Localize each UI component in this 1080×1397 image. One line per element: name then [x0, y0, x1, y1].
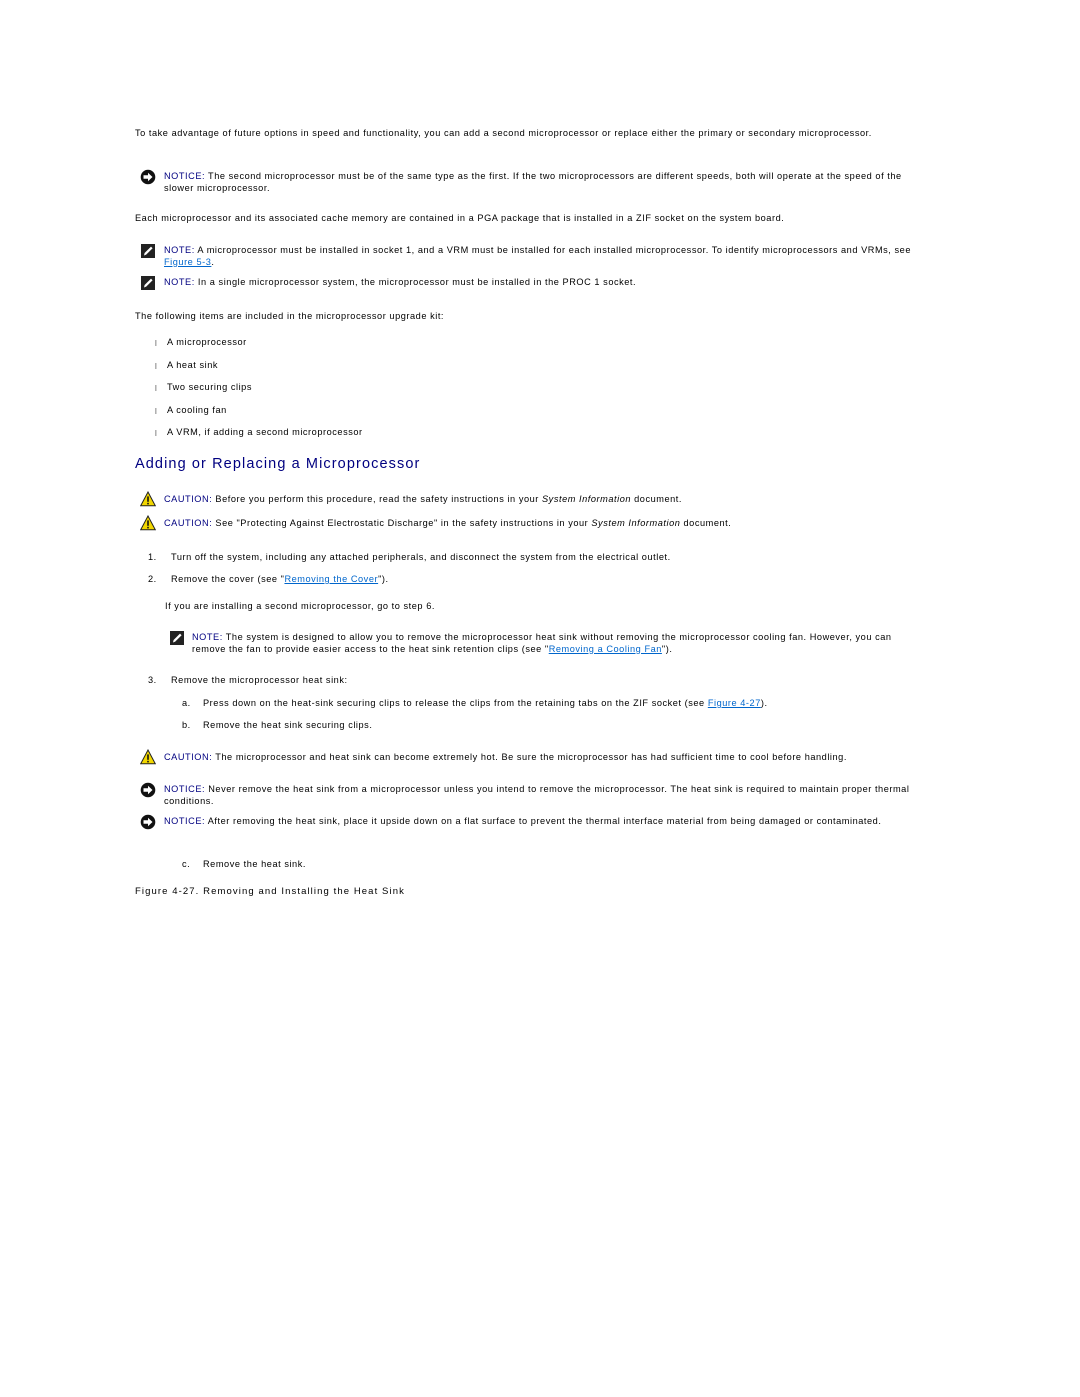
note-label: NOTE: — [192, 632, 223, 642]
note-block: NOTE: A microprocessor must be installed… — [164, 245, 929, 268]
note-text: In a single microprocessor system, the m… — [194, 277, 637, 287]
document-title: System Information — [542, 494, 632, 504]
removing-the-cover-link[interactable]: Removing the Cover — [284, 574, 378, 584]
step-item: Remove the cover (see "Removing the Cove… — [171, 574, 931, 586]
step-number: 3. — [148, 675, 157, 685]
intro-paragraph: To take advantage of future options in s… — [135, 128, 935, 140]
note-text: A microprocessor must be installed in so… — [194, 245, 911, 255]
list-item: A microprocessor — [167, 337, 247, 347]
notice-label: NOTICE: — [164, 784, 206, 794]
substep-letter: c. — [182, 859, 191, 869]
caution-text: The microprocessor and heat sink can bec… — [212, 752, 847, 762]
substep-item: Press down on the heat-sink securing cli… — [203, 698, 933, 710]
body-paragraph: Each microprocessor and its associated c… — [135, 213, 935, 225]
notice-label: NOTICE: — [164, 171, 206, 181]
note-pencil-icon — [141, 244, 155, 258]
note-block: NOTE: In a single microprocessor system,… — [164, 277, 929, 289]
step-text: Remove the microprocessor heat sink: — [171, 675, 348, 685]
step-followup: If you are installing a second microproc… — [165, 601, 435, 611]
caution-block: CAUTION: Before you perform this procedu… — [164, 494, 929, 506]
kit-intro-text: The following items are included in the … — [135, 311, 445, 321]
substep-letter: a. — [182, 698, 191, 708]
paragraph-text: Each microprocessor and its associated c… — [135, 213, 785, 223]
figure-4-27-link[interactable]: Figure 4-27 — [708, 698, 761, 708]
notice-block: NOTICE: Never remove the heat sink from … — [164, 784, 929, 807]
caution-text-end: document. — [631, 494, 682, 504]
substep-letter: b. — [182, 720, 191, 730]
bullet-glyph: l — [155, 384, 158, 393]
caution-text: Before you perform this procedure, read … — [212, 494, 542, 504]
substep-text: Press down on the heat-sink securing cli… — [203, 698, 708, 708]
step-text: Remove the cover (see " — [171, 574, 285, 584]
notice-text: Never remove the heat sink from a microp… — [164, 784, 910, 806]
notice-text: After removing the heat sink, place it u… — [205, 816, 882, 826]
caution-triangle-icon — [140, 491, 156, 507]
bullet-glyph: l — [155, 429, 158, 438]
list-item: A VRM, if adding a second microprocessor — [167, 427, 363, 437]
caution-block: CAUTION: The microprocessor and heat sin… — [164, 752, 929, 764]
note-text-end: . — [211, 256, 215, 267]
notice-block: NOTICE: The second microprocessor must b… — [164, 171, 924, 194]
bullet-glyph: l — [155, 339, 158, 348]
caution-label: CAUTION: — [164, 494, 213, 504]
caution-label: CAUTION: — [164, 518, 213, 528]
notice-arrow-icon — [140, 782, 156, 798]
caution-triangle-icon — [140, 515, 156, 531]
note-text-end: "). — [661, 643, 673, 654]
caution-label: CAUTION: — [164, 752, 213, 762]
list-item: A cooling fan — [167, 405, 227, 415]
document-title: System Information — [591, 518, 681, 528]
caution-text-end: document. — [680, 518, 732, 528]
note-pencil-icon — [170, 631, 184, 645]
notice-label: NOTICE: — [164, 816, 206, 826]
note-label: NOTE: — [164, 245, 195, 255]
step-text-end: "). — [378, 574, 389, 584]
substep-text: Remove the heat sink securing clips. — [203, 720, 373, 730]
note-pencil-icon — [141, 276, 155, 290]
substep-text: Remove the heat sink. — [203, 859, 306, 869]
bullet-glyph: l — [155, 362, 158, 371]
caution-block: CAUTION: See "Protecting Against Electro… — [164, 518, 929, 530]
figure-caption: Figure 4-27. Removing and Installing the… — [135, 886, 405, 897]
list-item: Two securing clips — [167, 382, 252, 392]
kit-intro: The following items are included in the … — [135, 311, 935, 323]
notice-text: The second microprocessor must be of the… — [164, 171, 902, 193]
list-item: A heat sink — [167, 360, 218, 370]
removing-a-cooling-fan-link[interactable]: Removing a Cooling Fan — [549, 644, 662, 654]
note-block: NOTE: The system is designed to allow yo… — [192, 632, 927, 655]
caution-text: See "Protecting Against Electrostatic Di… — [212, 518, 592, 528]
step-number: 2. — [148, 574, 157, 584]
note-text: The system is designed to allow you to r… — [192, 632, 892, 654]
intro-text: To take advantage of future options in s… — [135, 128, 872, 138]
caution-triangle-icon — [140, 749, 156, 765]
section-heading: Adding or Replacing a Microprocessor — [135, 456, 421, 472]
figure-5-3-link[interactable]: Figure 5-3 — [164, 257, 211, 267]
substep-text-end: ). — [760, 698, 768, 708]
step-text: Turn off the system, including any attac… — [171, 552, 671, 562]
notice-block: NOTICE: After removing the heat sink, pl… — [164, 816, 929, 828]
notice-arrow-icon — [140, 169, 156, 185]
step-number: 1. — [148, 552, 157, 562]
note-label: NOTE: — [164, 277, 195, 287]
notice-arrow-icon — [140, 814, 156, 830]
bullet-glyph: l — [155, 407, 158, 416]
